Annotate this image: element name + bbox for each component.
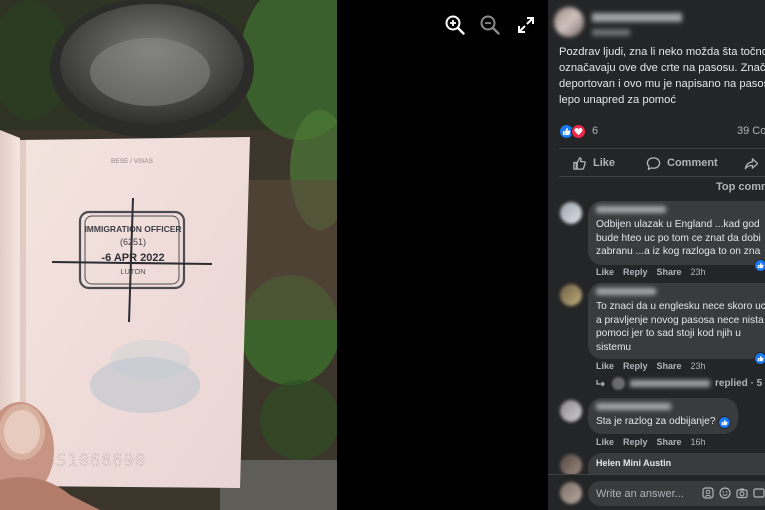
fullscreen-icon[interactable] <box>515 14 537 36</box>
commenter-avatar[interactable] <box>560 400 582 422</box>
share-arrow-icon <box>744 157 759 169</box>
comment-bubble: Odbijen ulazak u England ...kad god bude… <box>588 201 765 265</box>
post-text-line: deportovan i ovo mu je napisano na pasos… <box>559 78 765 90</box>
comment-like-icon <box>718 416 731 429</box>
commenter-avatar[interactable] <box>560 454 582 476</box>
comment-like-link[interactable]: Like <box>596 267 614 277</box>
divider <box>559 148 765 149</box>
comment-button[interactable]: Comment <box>646 154 718 172</box>
commenter-name[interactable]: Helen Mini Austin <box>596 458 765 468</box>
post-photo: BESE / VISAS IMMIGRATION OFFICER (6251) … <box>0 0 337 510</box>
comment-share-link[interactable]: Share <box>657 437 682 447</box>
author-avatar[interactable] <box>554 7 584 37</box>
comment-text-line: a pravljenje novog pasosa nece nista <box>596 314 764 326</box>
comment-like-icon <box>754 259 765 272</box>
comment-sort-dropdown[interactable]: Top comm <box>716 181 765 193</box>
post-text: Pozdrav ljudi, zna li neko možda šta toč… <box>559 44 765 108</box>
comment-label: Comment <box>667 157 718 169</box>
comment-bubble: Sta je razlog za odbijanje? <box>588 398 738 434</box>
comment-actions: Like Reply Share 23h <box>596 267 706 277</box>
write-answer-bar <box>548 474 765 510</box>
gif-icon[interactable] <box>753 487 765 499</box>
like-button[interactable]: Like <box>572 154 615 172</box>
photo-viewer-controls <box>337 0 548 510</box>
comment-text-line: zabranu ...a iz kog razloga to on zna <box>596 246 761 257</box>
post-text-line: lepo unapred za pomoć <box>559 94 676 106</box>
reply-arrow-icon <box>596 379 605 386</box>
stamp-line-4: LUTON <box>120 267 145 276</box>
reaction-count: 6 <box>592 125 599 137</box>
comment-like-icon <box>754 352 765 365</box>
comment-like-link[interactable]: Like <box>596 361 614 371</box>
comment-reply-link[interactable]: Reply <box>623 437 648 447</box>
reaction-summary[interactable]: 6 <box>559 123 598 139</box>
reply-author-blurred <box>630 380 710 387</box>
post-meta-blurred <box>592 29 630 36</box>
comment-actions: Like Reply Share 16h <box>596 437 706 447</box>
commenter-name-blurred[interactable] <box>596 288 656 295</box>
love-reaction-icon <box>571 123 586 139</box>
comment-text-line: bude hteo uc po tom ce znat da dobi <box>596 232 761 244</box>
post-panel: Pozdrav ljudi, zna li neko možda šta toč… <box>548 0 765 510</box>
comment-text-line: sistemu <box>596 341 632 353</box>
comment-timestamp: 23h <box>690 361 706 371</box>
comment-timestamp: 16h <box>690 437 706 447</box>
reply-avatar <box>612 377 625 390</box>
passport-number: SS1068690 <box>45 451 146 471</box>
camera-icon[interactable] <box>736 487 748 499</box>
comment-like-link[interactable]: Like <box>596 437 614 447</box>
replies-link[interactable]: replied · 5 <box>596 377 762 390</box>
avatar-sticker-icon[interactable] <box>702 487 714 499</box>
zoom-out-icon[interactable] <box>479 14 501 36</box>
page-header-text: BESE / VISAS <box>111 158 154 165</box>
post-text-line: Pozdrav ljudi, zna li neko možda šta toč… <box>559 46 765 58</box>
post-text-line: označavaju ove dve crte na pasosu. Znači… <box>559 62 765 74</box>
comment-timestamp: 23h <box>690 267 706 277</box>
comment-icon <box>646 156 661 170</box>
commenter-name-blurred[interactable] <box>596 206 666 213</box>
zoom-in-icon[interactable] <box>444 14 466 36</box>
author-name-blurred[interactable] <box>592 13 682 22</box>
commenter-avatar[interactable] <box>560 284 582 306</box>
comment-text-line: Odbijen ulazak u England ...kad god <box>596 219 760 230</box>
comment-bubble: To znaci da u englesku nece skoro uci a … <box>588 283 765 359</box>
comment-share-link[interactable]: Share <box>657 361 682 371</box>
share-button[interactable] <box>744 154 765 172</box>
stamp-line-2: (6251) <box>120 237 146 247</box>
comment-text-line: To znaci da u englesku nece skoro uci <box>596 301 765 312</box>
divider <box>559 176 765 177</box>
comment-reply-link[interactable]: Reply <box>623 267 648 277</box>
emoji-icon[interactable] <box>719 487 731 499</box>
comment-text-line: Sta je razlog za odbijanje? <box>596 416 716 427</box>
comments-count[interactable]: 39 Co <box>737 125 765 137</box>
passport-photo: BESE / VISAS IMMIGRATION OFFICER (6251) … <box>0 0 337 510</box>
commenter-avatar[interactable] <box>560 202 582 224</box>
comment-share-link[interactable]: Share <box>657 267 682 277</box>
thumbs-up-icon <box>573 156 586 170</box>
replied-text: replied · 5 <box>715 378 763 389</box>
commenter-name-blurred[interactable] <box>596 403 671 410</box>
comment-text-line: pomoci jer to sad stoji kod njih u <box>596 328 741 339</box>
comment-reply-link[interactable]: Reply <box>623 361 648 371</box>
like-label: Like <box>593 157 616 169</box>
comment-actions: Like Reply Share 23h <box>596 361 706 371</box>
current-user-avatar <box>560 482 582 504</box>
